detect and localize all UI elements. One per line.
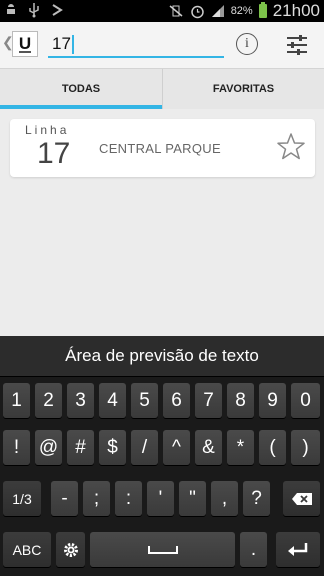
key-semicolon[interactable]: ;	[83, 481, 110, 516]
line-number: 17	[37, 137, 71, 170]
usb-icon	[29, 3, 39, 18]
android-icon	[7, 4, 15, 14]
status-bar: 82% 21h00	[0, 0, 324, 22]
filter-settings-icon[interactable]	[284, 32, 310, 58]
info-button[interactable]: i	[236, 33, 258, 55]
action-bar: ❮ U i	[0, 22, 324, 68]
key-dollar[interactable]: $	[99, 430, 126, 465]
key-hyphen[interactable]: -	[51, 481, 78, 516]
key-6[interactable]: 6	[163, 383, 190, 418]
key-space[interactable]	[90, 532, 235, 567]
gear-icon	[63, 542, 78, 557]
key-5[interactable]: 5	[131, 383, 158, 418]
tab-bar: TODAS FAVORITAS	[0, 68, 324, 109]
line-name: CENTRAL PARQUE	[99, 141, 221, 156]
key-settings[interactable]	[56, 532, 85, 567]
key-exclamation[interactable]: !	[3, 430, 30, 465]
key-4[interactable]: 4	[99, 383, 126, 418]
key-slash[interactable]: /	[131, 430, 158, 465]
key-caret[interactable]: ^	[163, 430, 190, 465]
battery-charging-icon	[258, 2, 267, 18]
tab-selected-indicator	[0, 105, 162, 109]
app-logo[interactable]: U	[12, 31, 38, 57]
bus-line-item[interactable]: Linha 17 CENTRAL PARQUE	[10, 119, 315, 177]
key-quote[interactable]: "	[179, 481, 206, 516]
space-icon	[147, 545, 178, 554]
key-3[interactable]: 3	[67, 383, 94, 418]
key-ampersand[interactable]: &	[195, 430, 222, 465]
key-at[interactable]: @	[35, 430, 62, 465]
key-question[interactable]: ?	[243, 481, 270, 516]
key-symbol-page[interactable]: 1/3	[3, 481, 41, 516]
key-apostrophe[interactable]: '	[147, 481, 174, 516]
line-label: Linha	[25, 123, 70, 137]
key-2[interactable]: 2	[35, 383, 62, 418]
key-close-paren[interactable]: )	[291, 430, 320, 465]
key-asterisk[interactable]: *	[227, 430, 254, 465]
favorite-star-icon[interactable]	[276, 132, 306, 162]
clock: 21h00	[272, 1, 320, 20]
key-open-paren[interactable]: (	[259, 430, 286, 465]
key-comma[interactable]: ,	[211, 481, 238, 516]
key-7[interactable]: 7	[195, 383, 222, 418]
key-abc[interactable]: ABC	[3, 532, 51, 567]
alarm-icon	[190, 5, 204, 18]
vibrate-mute-icon	[169, 5, 183, 17]
key-8[interactable]: 8	[227, 383, 254, 418]
prediction-bar[interactable]: Área de previsão de texto	[0, 336, 324, 377]
search-input[interactable]	[48, 32, 224, 58]
backspace-icon	[291, 492, 312, 505]
text-cursor	[72, 35, 74, 54]
debug-icon	[52, 4, 63, 16]
key-period[interactable]: .	[240, 532, 267, 567]
key-1[interactable]: 1	[3, 383, 30, 418]
key-enter[interactable]	[276, 532, 320, 567]
key-backspace[interactable]	[283, 481, 320, 516]
signal-icon	[211, 5, 224, 17]
key-9[interactable]: 9	[259, 383, 286, 418]
tab-favoritas[interactable]: FAVORITAS	[162, 69, 324, 109]
key-hash[interactable]: #	[67, 430, 94, 465]
tab-todas[interactable]: TODAS	[0, 69, 162, 109]
key-colon[interactable]: :	[115, 481, 142, 516]
key-0[interactable]: 0	[291, 383, 320, 418]
enter-icon	[288, 542, 308, 556]
soft-keyboard: Área de previsão de texto 1 2 3 4 5 6 7 …	[0, 336, 324, 576]
battery-percent: 82%	[230, 5, 253, 17]
